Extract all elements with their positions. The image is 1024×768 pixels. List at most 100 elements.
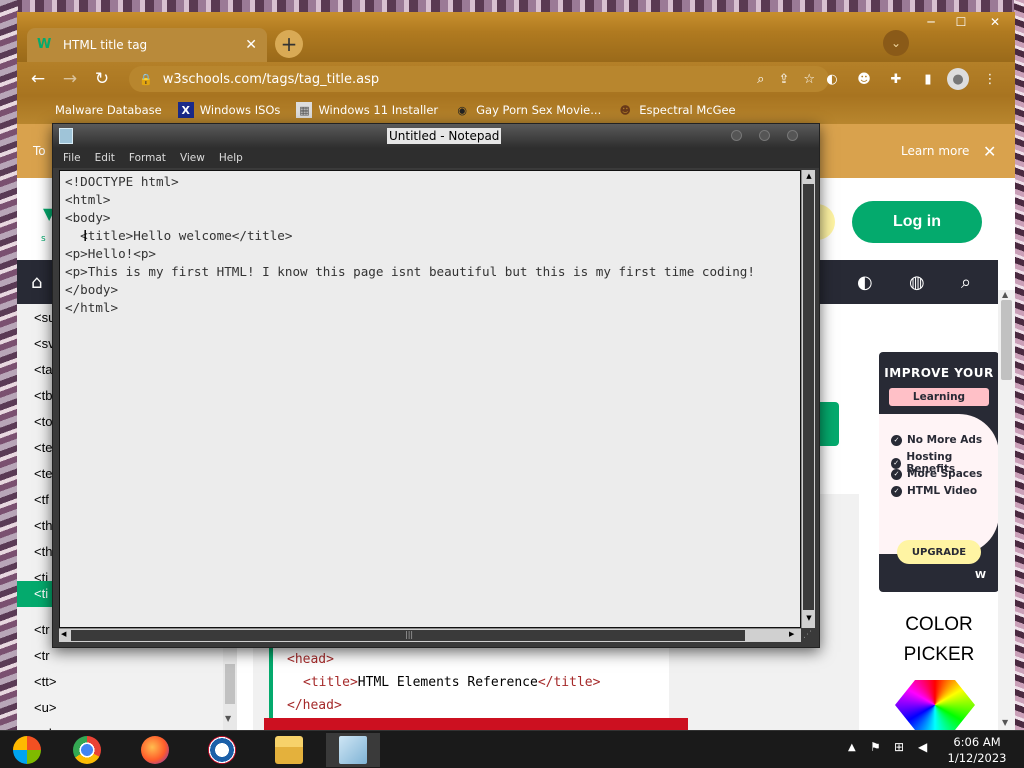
dark-mode-icon[interactable]: ◐: [857, 272, 873, 293]
scroll-down-arrow-icon[interactable]: ▼: [1002, 718, 1008, 727]
sidebar-tag-item[interactable]: <te: [34, 440, 52, 455]
bookmark-label: Gay Porn Sex Movie...: [476, 103, 602, 117]
tray-expand-icon[interactable]: ▲: [848, 742, 856, 753]
address-bar[interactable]: 🔒 w3schools.com/tags/tag_title.asp ⌕ ⇪ ☆: [129, 66, 829, 92]
home-icon[interactable]: ⌂: [31, 272, 42, 293]
page-scroll-thumb[interactable]: [1001, 300, 1012, 380]
action-center-flag-icon[interactable]: ⚑: [870, 740, 881, 754]
menu-file[interactable]: File: [63, 152, 81, 164]
sidebar-scroll-thumb[interactable]: [225, 664, 235, 704]
sidebar-tag-item[interactable]: <ta: [34, 362, 52, 377]
profile-avatar-icon[interactable]: ●: [947, 68, 969, 90]
extensions-puzzle-icon[interactable]: ✚: [885, 68, 907, 90]
green-button-edge[interactable]: [819, 402, 839, 446]
system-clock[interactable]: 6:06 AM 1/12/2023: [934, 734, 1020, 766]
lock-icon: 🔒: [139, 72, 153, 86]
notepad-title: Untitled - Notepad: [387, 128, 502, 144]
start-button[interactable]: [0, 733, 54, 767]
log-in-button[interactable]: Log in: [852, 201, 982, 243]
reload-icon[interactable]: ↻: [89, 67, 115, 91]
sidebar-tag-item[interactable]: <tb: [34, 388, 52, 403]
extension-flag-icon[interactable]: ◐: [821, 68, 843, 90]
color-hexagon-icon[interactable]: [895, 680, 975, 730]
side-panel-icon[interactable]: ▮: [917, 68, 939, 90]
share-icon[interactable]: ⇪: [778, 72, 789, 87]
upgrade-ad[interactable]: IMPROVE YOUR Learning Journey ✓ No More A…: [879, 352, 999, 592]
minimize-icon[interactable]: [731, 130, 742, 141]
text-line: <p>This is my first HTML! I know this pa…: [65, 264, 755, 279]
sidebar-tag-item[interactable]: <tt>: [34, 674, 56, 689]
scroll-down-arrow-icon[interactable]: ▼: [804, 614, 814, 624]
bookmark-star-icon[interactable]: ☆: [803, 72, 815, 87]
taskbar-file-explorer[interactable]: [262, 733, 316, 767]
tab-search-icon[interactable]: ⌄: [883, 30, 909, 56]
sidebar-tag-item[interactable]: <th: [34, 518, 52, 533]
sidebar-tag-item[interactable]: <tr: [34, 622, 50, 637]
banner-close-icon[interactable]: ✕: [983, 142, 996, 161]
sidebar-tag-item[interactable]: <th: [34, 544, 52, 559]
color-picker-heading[interactable]: COLOR PICKER: [879, 610, 999, 670]
sidebar-tag-item[interactable]: <tr: [34, 648, 50, 663]
scroll-right-arrow-icon[interactable]: ▶: [789, 630, 794, 638]
new-tab-button[interactable]: +: [275, 30, 303, 58]
menu-format[interactable]: Format: [129, 152, 166, 164]
search-icon[interactable]: ⌕: [757, 72, 764, 87]
taskbar-notepad[interactable]: [326, 733, 380, 767]
upgrade-button[interactable]: UPGRADE: [897, 540, 981, 564]
bookmark-gay-porn-sex-movie[interactable]: ◉ Gay Porn Sex Movie...: [454, 102, 601, 118]
window-close-icon[interactable]: ✕: [977, 12, 1013, 32]
notepad-vertical-scrollbar[interactable]: ▲ ▼: [801, 170, 815, 628]
scroll-up-arrow-icon[interactable]: ▲: [1002, 290, 1008, 299]
page-scrollbar[interactable]: ▲ ▼: [998, 290, 1015, 730]
close-icon[interactable]: [787, 130, 798, 141]
ad-feature-label: No More Ads: [907, 434, 983, 446]
taskbar-obama[interactable]: [195, 733, 249, 767]
sidebar-tag-item[interactable]: <u>: [34, 700, 56, 715]
learn-more-link[interactable]: Learn more: [901, 144, 969, 158]
extension-avatar-icon[interactable]: ☻: [853, 68, 875, 90]
bookmark-label: Malware Database: [55, 103, 162, 117]
menu-edit[interactable]: Edit: [95, 152, 115, 164]
taskbar-chrome[interactable]: [60, 733, 114, 767]
browser-tab[interactable]: W HTML title tag ✕: [27, 28, 267, 62]
sidebar-tag-item[interactable]: <to: [34, 414, 52, 429]
menu-view[interactable]: View: [180, 152, 205, 164]
bookmark-malware-database[interactable]: Malware Database: [33, 102, 162, 118]
bookmark-windows-11-installer[interactable]: ▦ Windows 11 Installer: [296, 102, 438, 118]
scroll-left-arrow-icon[interactable]: ◀: [61, 630, 66, 638]
menu-help[interactable]: Help: [219, 152, 243, 164]
text-line: <title>Hello welcome</title>: [65, 228, 293, 243]
notepad-vscroll-thumb[interactable]: [803, 184, 814, 610]
back-arrow-icon[interactable]: ←: [25, 67, 51, 91]
sidebar-tag-item[interactable]: <ti: [17, 581, 53, 607]
bookmark-espectral-mcgee[interactable]: ☻ Espectral McGee: [617, 102, 736, 118]
taskbar-firefox[interactable]: [128, 733, 182, 767]
network-icon[interactable]: ⊞: [894, 740, 904, 754]
search-icon[interactable]: ⌕: [961, 272, 971, 293]
bookmark-windows-isos[interactable]: X Windows ISOs: [177, 102, 280, 118]
notepad-horizontal-scrollbar[interactable]: ◀ ||| ▶: [59, 628, 801, 642]
check-icon: ✓: [891, 434, 902, 446]
notepad-titlebar[interactable]: Untitled - Notepad: [53, 124, 819, 148]
code-title-open: <title>: [303, 675, 358, 690]
menu-kebab-icon[interactable]: ⋮: [979, 68, 1001, 90]
bookmark-label: Espectral McGee: [639, 103, 736, 117]
scroll-down-arrow-icon[interactable]: ▼: [225, 714, 231, 723]
sidebar-tag-item[interactable]: <te: [34, 466, 52, 481]
image-icon: ▦: [296, 102, 313, 118]
avatar-icon: ☻: [619, 103, 631, 117]
volume-icon[interactable]: ◀: [918, 740, 927, 754]
notepad-text-area[interactable]: <!DOCTYPE html> <html> <body> <title>Hel…: [59, 170, 801, 628]
window-maximize-icon[interactable]: ☐: [947, 12, 975, 32]
scroll-up-arrow-icon[interactable]: ▲: [804, 172, 814, 182]
tab-close-icon[interactable]: ✕: [245, 37, 257, 53]
bookmarks-bar: Malware Database X Windows ISOs ▦ Window…: [17, 96, 1015, 124]
color-picker-line: COLOR: [905, 614, 973, 635]
maximize-icon[interactable]: [759, 130, 770, 141]
window-minimize-icon[interactable]: ─: [917, 12, 945, 32]
forward-arrow-icon[interactable]: →: [57, 67, 83, 91]
site-icon: ◉: [457, 103, 467, 117]
resize-grip-icon[interactable]: ⋰: [803, 630, 815, 642]
globe-icon[interactable]: ◍: [909, 272, 925, 293]
sidebar-tag-item[interactable]: <tf: [34, 492, 49, 507]
